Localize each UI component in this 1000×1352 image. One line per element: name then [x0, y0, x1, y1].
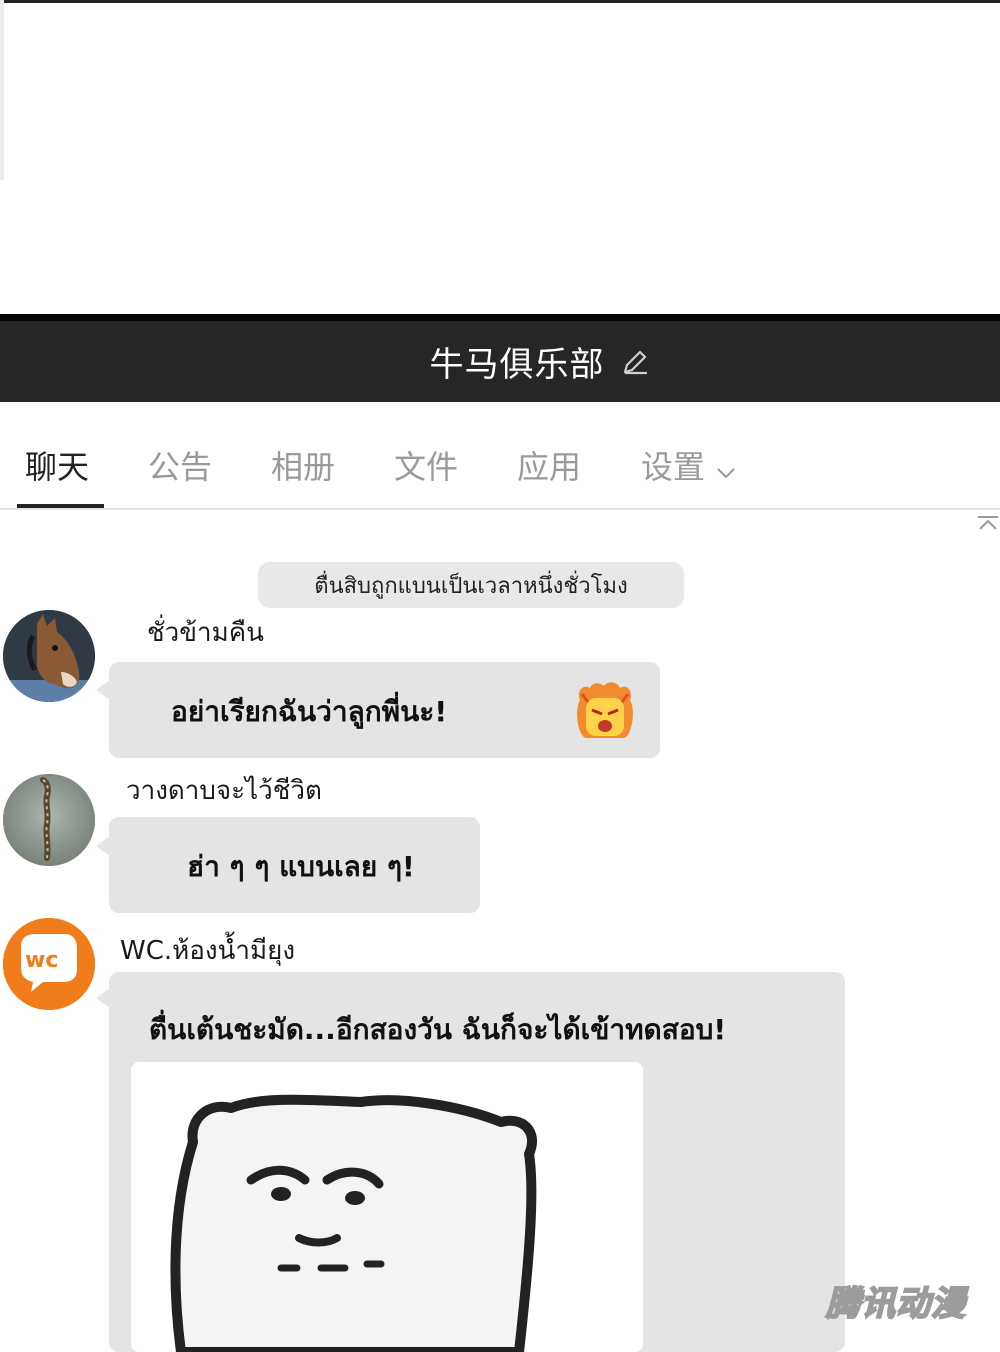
- message-bubble[interactable]: อย่าเรียกฉันว่าลูกพี่นะ!: [109, 662, 660, 758]
- message-sender: WC.ห้องน้ำมียุง: [120, 936, 296, 966]
- bubble-tail: [96, 680, 110, 700]
- message-sender: ชั่วข้ามคืน: [147, 618, 264, 648]
- bubble-tail: [96, 988, 110, 1008]
- tab-apps[interactable]: 应用: [517, 442, 581, 488]
- edit-pencil-icon[interactable]: [619, 346, 651, 378]
- watermark: 腾讯动漫: [825, 1283, 966, 1325]
- top-border: [0, 0, 1000, 3]
- tab-album[interactable]: 相册: [271, 442, 335, 488]
- active-tab-indicator: [17, 504, 104, 508]
- collapse-up-icon[interactable]: [976, 515, 1000, 531]
- bubble-tail: [96, 836, 110, 856]
- wc-avatar[interactable]: wc: [3, 918, 95, 1010]
- angry-sticker-icon: [574, 680, 636, 742]
- group-header: 牛马俱乐部: [0, 314, 1000, 402]
- tab-settings[interactable]: 设置: [641, 442, 737, 488]
- message-text: อย่าเรียกฉันว่าลูกพี่นะ!: [171, 695, 448, 728]
- sword-avatar[interactable]: [3, 774, 95, 866]
- system-notice: ตื่นสิบถูกแบนเป็นเวลาหนึ่งชั่วโมง: [258, 562, 684, 608]
- horse-avatar[interactable]: [3, 610, 95, 702]
- tab-chat[interactable]: 聊天: [25, 442, 89, 488]
- bear-meme-sticker[interactable]: [131, 1062, 643, 1352]
- tab-bar: 聊天 公告 相册 文件 应用 设置: [0, 402, 1000, 510]
- tab-announcement[interactable]: 公告: [148, 442, 212, 488]
- group-title: 牛马俱乐部: [429, 345, 605, 385]
- wc-avatar-text: wc: [25, 948, 59, 973]
- chevron-down-icon: [715, 450, 737, 488]
- message-text: ฮ่า ๆ ๆ แบนเลย ๆ!: [187, 850, 415, 883]
- tab-files[interactable]: 文件: [394, 442, 458, 488]
- left-edge-mark: [0, 0, 4, 180]
- message-bubble[interactable]: ฮ่า ๆ ๆ แบนเลย ๆ!: [109, 817, 480, 913]
- message-sender: วางดาบจะไว้ชีวิต: [126, 776, 322, 806]
- message-text: ตื่นเต้นชะมัด...อีกสองวัน ฉันก็จะได้เข้า…: [149, 1013, 727, 1046]
- system-notice-text: ตื่นสิบถูกแบนเป็นเวลาหนึ่งชั่วโมง: [314, 573, 628, 599]
- tab-settings-label: 设置: [641, 448, 706, 486]
